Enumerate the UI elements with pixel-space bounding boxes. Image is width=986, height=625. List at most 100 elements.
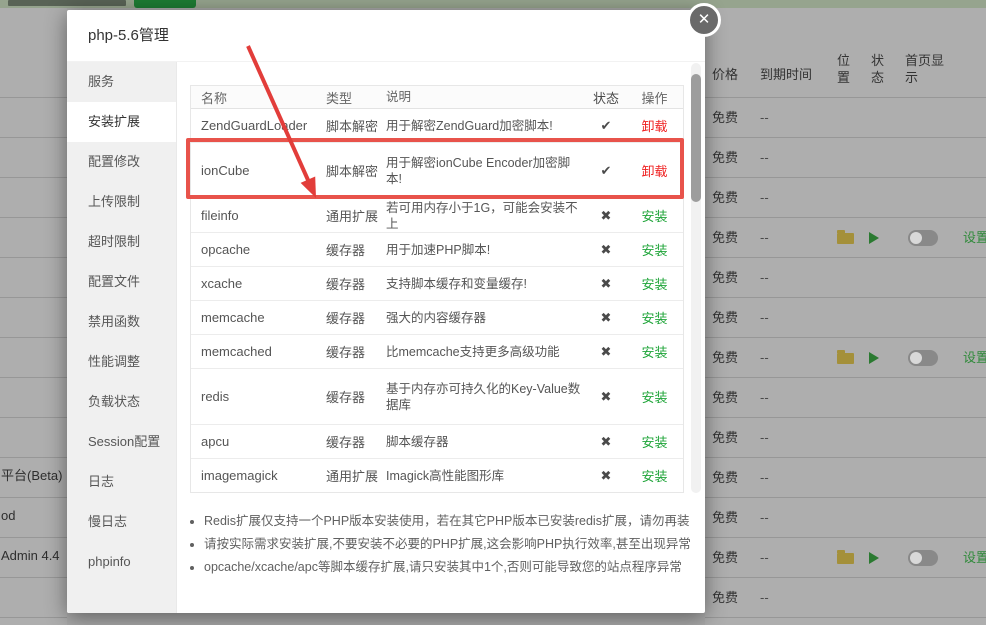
sidebar-item[interactable]: 禁用函数: [67, 302, 176, 342]
extension-action-cell: 卸载: [626, 116, 683, 135]
extension-desc: 用于加速PHP脚本!: [386, 242, 586, 258]
dialog-sidebar: 服务 安装扩展 配置修改 上传限制 超时限制 配置文件 禁用函数 性能调整 负载…: [67, 62, 177, 613]
bg-table-row: 免费 --: [705, 378, 986, 418]
bg-col-homepage: 首页显示: [905, 52, 950, 86]
extension-type: 通用扩展: [316, 466, 386, 485]
extension-action-link[interactable]: 安装: [641, 243, 667, 258]
extension-status-icon: ✖: [586, 434, 626, 450]
extension-status-icon: ✖: [586, 310, 626, 326]
notes-list: Redis扩展仅支持一个PHP版本安装使用，若在其它PHP版本已安装redis扩…: [190, 510, 705, 579]
homepage-toggle: [908, 350, 938, 366]
extension-name: redis: [191, 389, 316, 404]
sidebar-item[interactable]: phpinfo: [67, 542, 176, 582]
extension-action-link[interactable]: 安装: [641, 469, 667, 484]
bg-price-value: 免费: [712, 138, 738, 177]
extension-action-cell: 安装: [626, 274, 683, 293]
bg-table-row: 免费 --: [705, 498, 986, 538]
bg-expiry-value: --: [760, 498, 769, 537]
bg-price-value: 免费: [712, 538, 738, 577]
bg-left-rowline: [0, 338, 67, 378]
extension-action-cell: 安装: [626, 387, 683, 406]
extension-action-link[interactable]: 安装: [641, 209, 667, 224]
dialog-title: php-5.6管理: [67, 10, 705, 62]
bg-software-name-fragment: od: [1, 508, 15, 524]
extension-action-link[interactable]: 卸载: [641, 164, 667, 179]
sidebar-item[interactable]: 日志: [67, 462, 176, 502]
play-icon: [869, 352, 879, 364]
extension-name: ionCube: [191, 163, 316, 178]
bg-software-name-fragment: 平台(Beta): [1, 468, 62, 484]
extension-desc: 用于解密ionCube Encoder加密脚本!: [386, 155, 586, 187]
sidebar-item[interactable]: 配置修改: [67, 142, 176, 182]
bg-left-rowline: [0, 578, 67, 618]
extension-type: 缓存器: [316, 274, 386, 293]
bg-price-value: 免费: [712, 418, 738, 457]
extension-table-body: ZendGuardLoader 脚本解密 用于解密ZendGuard加密脚本! …: [191, 109, 683, 492]
bg-expiry-value: --: [760, 298, 769, 337]
scrollbar-track[interactable]: [691, 63, 701, 493]
extension-action-link[interactable]: 安装: [641, 345, 667, 360]
extension-action-link[interactable]: 卸载: [641, 119, 667, 134]
extension-action-link[interactable]: 安装: [641, 277, 667, 292]
sidebar-item[interactable]: 上传限制: [67, 182, 176, 222]
bg-table-row: 免费 --: [705, 298, 986, 338]
extension-type: 缓存器: [316, 342, 386, 361]
extension-action-link[interactable]: 安装: [641, 311, 667, 326]
sidebar-item[interactable]: 性能调整: [67, 342, 176, 382]
extension-action-link[interactable]: 安装: [641, 435, 667, 450]
extension-name: fileinfo: [191, 208, 316, 223]
sidebar-item[interactable]: 安装扩展: [67, 102, 176, 142]
extension-type: 缓存器: [316, 240, 386, 259]
bg-table-right-clip: 价格 到期时间 位置 状态 首页显示 免费 -- 免费 --: [705, 8, 986, 625]
extension-row: xcache 缓存器 支持脚本缓存和变量缓存! ✖ 安装: [191, 267, 683, 301]
bg-expiry-value: --: [760, 178, 769, 217]
bg-table-row: 免费 -- 设置: [705, 538, 986, 578]
bg-price-value: 免费: [712, 458, 738, 497]
extension-row: ZendGuardLoader 脚本解密 用于解密ZendGuard加密脚本! …: [191, 109, 683, 143]
settings-link: 设置: [963, 338, 986, 377]
sidebar-item[interactable]: 配置文件: [67, 262, 176, 302]
extension-name: xcache: [191, 276, 316, 291]
screen: 平台(Beta) od Admin 4.4 价格 到期时间 位置 状态 首页显示…: [0, 0, 986, 625]
bg-expiry-value: --: [760, 258, 769, 297]
bg-col-price: 价格: [712, 66, 738, 83]
bg-expiry-value: --: [760, 378, 769, 417]
bg-left-rowline: [0, 218, 67, 258]
extension-type: 缓存器: [316, 387, 386, 406]
note-item: 请按实际需求安装扩展,不要安装不必要的PHP扩展,这会影响PHP执行效率,甚至出…: [204, 533, 705, 556]
bg-col-position: 位置: [837, 52, 853, 86]
bg-table-row: 免费 --: [705, 178, 986, 218]
bg-left-rowline: [0, 258, 67, 298]
bg-table-row: 免费 --: [705, 138, 986, 178]
extension-table-header: 名称 类型 说明 状态 操作: [191, 86, 683, 109]
sidebar-item[interactable]: Session配置: [67, 422, 176, 462]
extension-status-icon: ✖: [586, 242, 626, 258]
bg-table-row: 免费 --: [705, 578, 986, 618]
bg-expiry-value: --: [760, 578, 769, 617]
bg-table-row: 免费 -- 设置: [705, 338, 986, 378]
folder-icon: [837, 353, 854, 364]
bg-table-row: 免费 --: [705, 258, 986, 298]
extension-row: memcached 缓存器 比memcache支持更多高级功能 ✖ 安装: [191, 335, 683, 369]
extension-name: opcache: [191, 242, 316, 257]
header-status: 状态: [586, 88, 626, 107]
extension-status-icon: ✖: [586, 344, 626, 360]
close-icon[interactable]: ✕: [687, 3, 721, 37]
settings-link: 设置: [963, 538, 986, 577]
extension-name: ZendGuardLoader: [191, 118, 316, 133]
extension-desc: 比memcache支持更多高级功能: [386, 344, 586, 360]
sidebar-item[interactable]: 服务: [67, 62, 176, 102]
header-desc: 说明: [386, 89, 586, 105]
sidebar-item[interactable]: 超时限制: [67, 222, 176, 262]
top-green-button: [134, 0, 196, 8]
extension-type: 脚本解密: [316, 161, 386, 180]
extension-row: memcache 缓存器 强大的内容缓存器 ✖ 安装: [191, 301, 683, 335]
extension-type: 脚本解密: [316, 116, 386, 135]
sidebar-item[interactable]: 负载状态: [67, 382, 176, 422]
sidebar-item[interactable]: 慢日志: [67, 502, 176, 542]
bg-table-row: 免费 --: [705, 458, 986, 498]
bg-col-status: 状态: [871, 52, 887, 86]
bg-expiry-value: --: [760, 418, 769, 457]
scrollbar-thumb[interactable]: [691, 74, 701, 202]
extension-action-link[interactable]: 安装: [641, 390, 667, 405]
